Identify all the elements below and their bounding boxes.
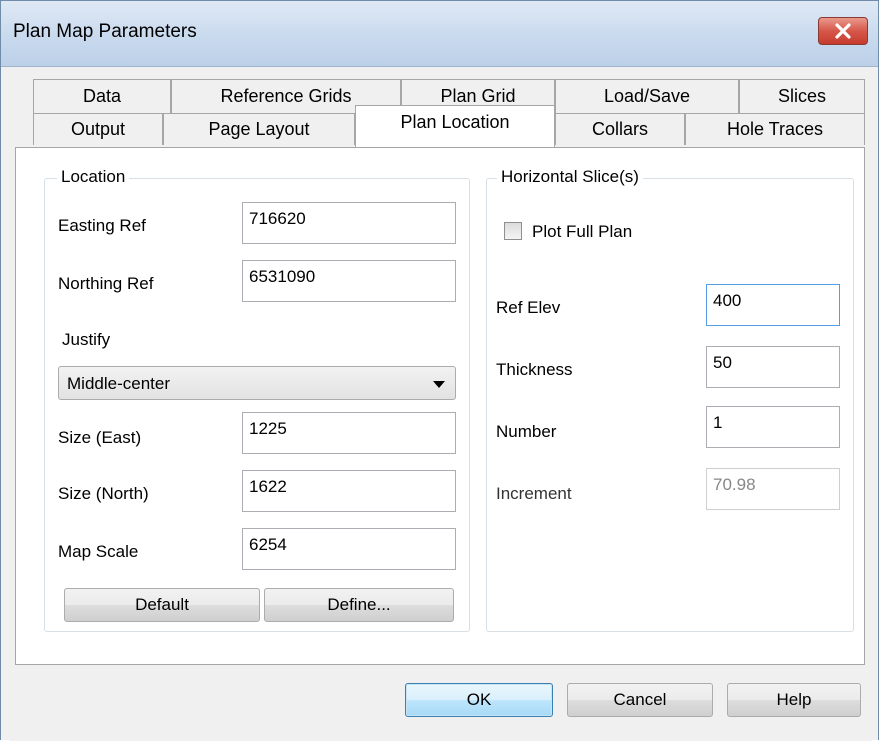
- easting-ref-label: Easting Ref: [58, 216, 146, 235]
- increment-label: Increment: [496, 484, 572, 503]
- tab-page-layout[interactable]: Page Layout: [163, 113, 355, 145]
- number-label: Number: [496, 422, 557, 441]
- number-input[interactable]: 1: [706, 406, 840, 448]
- justify-label: Justify: [62, 330, 111, 349]
- tab-load-save[interactable]: Load/Save: [555, 79, 739, 113]
- justify-select[interactable]: Middle-center: [58, 366, 456, 400]
- tab-plan-location[interactable]: Plan Location: [355, 105, 555, 147]
- ref-elev-input[interactable]: 400: [706, 284, 840, 326]
- dialog-window: Plan Map Parameters Data Reference Grids…: [0, 0, 879, 741]
- window-title: Plan Map Parameters: [13, 21, 197, 42]
- tab-output[interactable]: Output: [33, 113, 163, 145]
- thickness-input[interactable]: 50: [706, 346, 840, 388]
- increment-input: 70.98: [706, 468, 840, 510]
- size-east-input[interactable]: 1225: [242, 412, 456, 454]
- dropdown-arrow-icon: [433, 381, 445, 388]
- northing-ref-label: Northing Ref: [58, 274, 154, 293]
- plot-full-plan-label[interactable]: Plot Full Plan: [532, 222, 632, 242]
- close-icon: [835, 23, 851, 39]
- thickness-label: Thickness: [496, 360, 573, 379]
- size-north-input[interactable]: 1622: [242, 470, 456, 512]
- tab-hole-traces[interactable]: Hole Traces: [685, 113, 865, 145]
- tab-slices[interactable]: Slices: [739, 79, 865, 113]
- size-north-label: Size (North): [58, 484, 149, 503]
- cancel-button[interactable]: Cancel: [567, 683, 713, 717]
- ok-button[interactable]: OK: [405, 683, 553, 717]
- horizontal-slices-group-title: Horizontal Slice(s): [497, 167, 643, 187]
- tab-data[interactable]: Data: [33, 79, 171, 113]
- ref-elev-label: Ref Elev: [496, 298, 561, 317]
- northing-ref-input[interactable]: 6531090: [242, 260, 456, 302]
- plot-full-plan-checkbox[interactable]: [504, 222, 522, 240]
- easting-ref-input[interactable]: 716620: [242, 202, 456, 244]
- close-button[interactable]: [818, 17, 868, 45]
- help-button[interactable]: Help: [727, 683, 861, 717]
- horizontal-slices-group: Horizontal Slice(s): [486, 167, 854, 632]
- tab-panel-plan-location: Location Easting Ref 716620 Northing Ref…: [15, 147, 865, 665]
- justify-select-value: Middle-center: [67, 374, 170, 393]
- default-button[interactable]: Default: [64, 588, 260, 622]
- map-scale-input[interactable]: 6254: [242, 528, 456, 570]
- title-bar[interactable]: Plan Map Parameters: [1, 1, 878, 67]
- tab-collars[interactable]: Collars: [555, 113, 685, 145]
- location-group-title: Location: [57, 167, 130, 187]
- define-button[interactable]: Define...: [264, 588, 454, 622]
- size-east-label: Size (East): [58, 428, 142, 447]
- map-scale-label: Map Scale: [58, 542, 139, 561]
